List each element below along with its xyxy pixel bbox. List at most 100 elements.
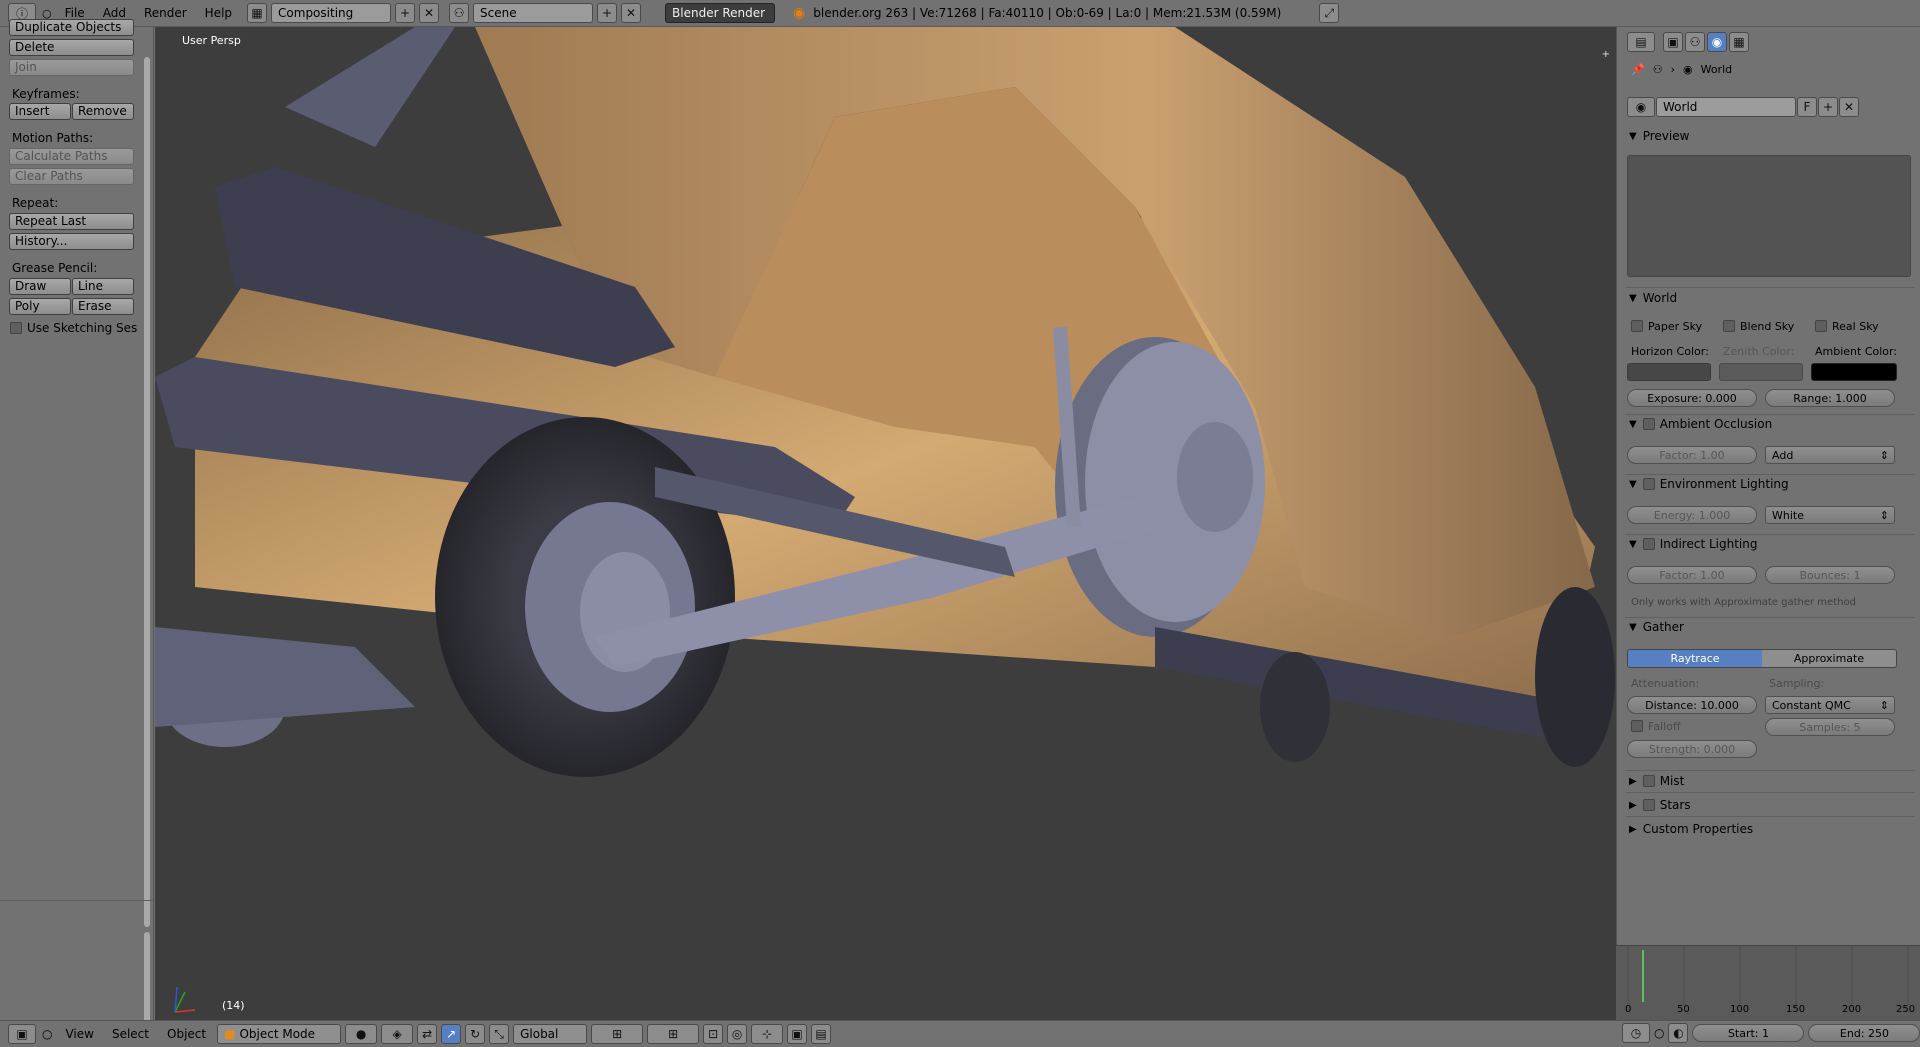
preview-panel-header[interactable]: ▼ Preview xyxy=(1629,129,1689,143)
layers-icon[interactable]: ⊞ xyxy=(591,1024,644,1044)
poly-button[interactable]: Poly xyxy=(9,298,71,315)
distance-field[interactable]: Distance: 10.000 xyxy=(1627,696,1757,714)
custom-properties-header[interactable]: ▶ Custom Properties xyxy=(1629,822,1753,836)
render-engine-select[interactable]: Blender Render xyxy=(665,3,776,23)
ao-blend-select[interactable]: Add ⇕ xyxy=(1765,446,1895,464)
exposure-field[interactable]: Exposure: 0.000 xyxy=(1627,389,1757,407)
menu-add[interactable]: Add xyxy=(96,6,133,20)
pivot-point-icon[interactable]: ◈ xyxy=(381,1024,414,1044)
env-energy-field[interactable]: Energy: 1.000 xyxy=(1627,506,1757,524)
delete-scene-icon[interactable]: ✕ xyxy=(621,3,642,23)
opengl-render-icon[interactable]: ▤ xyxy=(811,1024,832,1044)
menu-help[interactable]: Help xyxy=(198,6,239,20)
mist-enable-checkbox[interactable] xyxy=(1642,775,1655,787)
mode-select[interactable]: ■ Object Mode xyxy=(217,1024,342,1044)
delete-layout-icon[interactable]: ✕ xyxy=(419,3,440,23)
insert-keyframe-button[interactable]: Insert xyxy=(9,103,71,120)
timeline-view-icon[interactable]: ◐ xyxy=(1668,1023,1689,1043)
world-browse-icon[interactable]: ◉ xyxy=(1627,97,1655,117)
real-sky-checkbox[interactable]: Real Sky xyxy=(1815,320,1879,333)
ambient-color-swatch[interactable] xyxy=(1811,363,1897,381)
raytrace-option[interactable]: Raytrace xyxy=(1628,650,1762,667)
screen-layout-icon[interactable]: ▦ xyxy=(247,3,268,23)
use-sketching-checkbox[interactable]: Use Sketching Sessio xyxy=(10,321,138,335)
paper-sky-checkbox[interactable]: Paper Sky xyxy=(1631,320,1702,333)
sampling-method-select[interactable]: Constant QMC ⇕ xyxy=(1765,696,1895,714)
scene-icon[interactable]: ⚇ xyxy=(449,3,470,23)
snap-icon[interactable]: ⊹ xyxy=(751,1024,784,1044)
fake-user-button[interactable]: F xyxy=(1797,97,1817,117)
timeline-editor-icon[interactable]: ◷ xyxy=(1622,1023,1650,1043)
render-tab-icon[interactable]: ▣ xyxy=(1663,32,1683,52)
gather-header[interactable]: ▼ Gather xyxy=(1629,620,1684,634)
indirect-enable-checkbox[interactable] xyxy=(1642,538,1655,550)
repeat-last-button[interactable]: Repeat Last xyxy=(9,213,134,230)
render-preview-icon[interactable]: ▣ xyxy=(787,1024,808,1044)
menu-view[interactable]: View xyxy=(58,1027,100,1041)
environment-lighting-header[interactable]: ▼ Environment Lighting xyxy=(1629,477,1789,491)
start-frame-field[interactable]: Start: 1 xyxy=(1692,1024,1805,1042)
history-button[interactable]: History... xyxy=(9,233,134,250)
strength-field[interactable]: Strength: 0.000 xyxy=(1627,740,1757,758)
viewport-shading-icon[interactable]: ● xyxy=(345,1024,378,1044)
indirect-bounces-field[interactable]: Bounces: 1 xyxy=(1765,566,1895,584)
blend-sky-checkbox[interactable]: Blend Sky xyxy=(1723,320,1794,333)
view3d-editor-icon[interactable]: ▣ xyxy=(8,1024,36,1044)
menu-object[interactable]: Object xyxy=(160,1027,213,1041)
erase-button[interactable]: Erase xyxy=(72,298,134,315)
manipulator-toggle-icon[interactable]: ⇄ xyxy=(417,1024,438,1044)
tool-shelf-scrollbar[interactable] xyxy=(144,57,150,927)
viewport-plus-icon[interactable]: + xyxy=(1602,49,1610,60)
ambient-occlusion-header[interactable]: ▼ Ambient Occlusion xyxy=(1629,417,1772,431)
menu-file[interactable]: File xyxy=(58,6,92,20)
menu-render[interactable]: Render xyxy=(137,6,194,20)
join-button[interactable]: Join xyxy=(9,59,134,76)
unlink-world-icon[interactable]: ✕ xyxy=(1839,97,1859,117)
end-frame-field[interactable]: End: 250 xyxy=(1808,1024,1920,1042)
orientation-select[interactable]: Global xyxy=(513,1024,588,1044)
clear-paths-button[interactable]: Clear Paths xyxy=(9,168,134,185)
mist-header[interactable]: ▶ Mist xyxy=(1629,774,1684,788)
pin-icon[interactable]: 📌 xyxy=(1631,63,1645,76)
scene-tab-icon[interactable]: ⚇ xyxy=(1685,32,1705,52)
menu-select[interactable]: Select xyxy=(105,1027,156,1041)
range-field[interactable]: Range: 1.000 xyxy=(1765,389,1895,407)
maximize-icon[interactable]: ⤢ xyxy=(1319,3,1340,23)
world-tab-icon[interactable]: ◉ xyxy=(1707,32,1727,52)
remove-keyframe-button[interactable]: Remove xyxy=(72,103,134,120)
ao-factor-field[interactable]: Factor: 1.00 xyxy=(1627,446,1757,464)
calculate-paths-button[interactable]: Calculate Paths xyxy=(9,148,134,165)
3d-viewport[interactable]: User Persp (14) + xyxy=(155,27,1616,1020)
add-scene-icon[interactable]: + xyxy=(597,3,618,23)
editor-type-icon[interactable]: ▤ xyxy=(1627,32,1655,52)
rotate-icon[interactable]: ↻ xyxy=(465,1024,486,1044)
env-color-select[interactable]: White ⇕ xyxy=(1765,506,1895,524)
screen-layout-field[interactable]: Compositing xyxy=(271,3,392,23)
lock-icon[interactable]: ⊡ xyxy=(703,1024,724,1044)
zenith-color-swatch[interactable] xyxy=(1719,363,1803,381)
layers2-icon[interactable]: ⊞ xyxy=(647,1024,700,1044)
approximate-option[interactable]: Approximate xyxy=(1762,650,1896,667)
proportional-edit-icon[interactable]: ◎ xyxy=(727,1024,748,1044)
draw-button[interactable]: Draw xyxy=(9,278,71,295)
world-panel-header[interactable]: ▼ World xyxy=(1629,291,1677,305)
samples-field[interactable]: Samples: 5 xyxy=(1765,718,1895,736)
horizon-color-swatch[interactable] xyxy=(1627,363,1711,381)
scene-field[interactable]: Scene xyxy=(473,3,594,23)
duplicate-objects-button[interactable]: Duplicate Objects xyxy=(9,19,134,36)
translate-icon[interactable]: ↗ xyxy=(441,1024,462,1044)
add-layout-icon[interactable]: + xyxy=(395,3,416,23)
stars-enable-checkbox[interactable] xyxy=(1642,799,1655,811)
line-button[interactable]: Line xyxy=(72,278,134,295)
falloff-checkbox[interactable]: Falloff xyxy=(1631,720,1680,733)
indirect-factor-field[interactable]: Factor: 1.00 xyxy=(1627,566,1757,584)
indirect-lighting-header[interactable]: ▼ Indirect Lighting xyxy=(1629,537,1757,551)
stars-header[interactable]: ▶ Stars xyxy=(1629,798,1691,812)
world-name-field[interactable]: World xyxy=(1656,97,1796,117)
delete-button[interactable]: Delete xyxy=(9,39,134,56)
timeline-editor[interactable]: 0 50 100 150 200 250 xyxy=(1616,945,1920,1020)
add-world-icon[interactable]: + xyxy=(1818,97,1838,117)
scale-icon[interactable]: ⤡ xyxy=(489,1024,510,1044)
ao-enable-checkbox[interactable] xyxy=(1642,418,1655,430)
env-enable-checkbox[interactable] xyxy=(1642,478,1655,490)
